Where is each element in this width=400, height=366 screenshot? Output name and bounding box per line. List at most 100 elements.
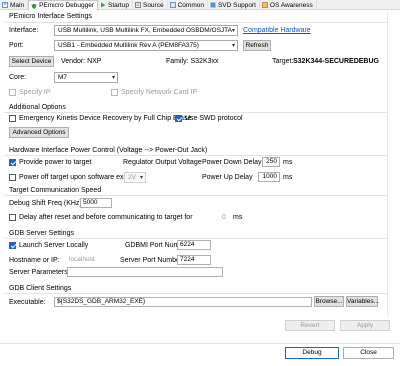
interface-settings-title: PEmicro Interface Settings [9, 13, 92, 20]
power-up-delay-label: Power Up Delay [202, 174, 253, 181]
hostname-input[interactable]: localhost [67, 256, 117, 266]
provide-power-label: Provide power to target [19, 159, 92, 166]
tab-os-awareness[interactable]: OS Awareness [260, 0, 317, 10]
specify-ip-checkbox[interactable] [9, 89, 16, 96]
port-label: Port: [9, 42, 24, 49]
core-select[interactable]: M7 ▾ [54, 72, 118, 83]
launch-server-label: Launch Server Locally [19, 242, 89, 249]
chevron-down-icon: ▾ [111, 75, 115, 81]
divider [4, 293, 387, 294]
shift-freq-input[interactable]: 5000 [80, 198, 112, 208]
provide-power-checkbox[interactable] [9, 159, 16, 166]
chevron-down-icon: ▾ [231, 43, 235, 49]
comm-speed-title: Target Communication Speed [9, 187, 102, 194]
executable-input[interactable]: ${S32DS_GDB_ARM32_EXE} [54, 297, 312, 307]
gdb-server-title: GDB Server Settings [9, 230, 74, 237]
tab-label: SVD Support [217, 1, 256, 9]
close-button[interactable]: Close [343, 347, 394, 359]
vendor-text: Vendor: NXP [61, 58, 102, 65]
interface-value: USB Multilink, USB Multilink FX, Embedde… [58, 27, 232, 34]
gdbmi-port-input[interactable]: 6224 [177, 240, 211, 250]
debug-button[interactable]: Debug [285, 347, 339, 359]
tab-source[interactable]: Source [133, 0, 168, 10]
core-label: Core: [9, 74, 27, 81]
tab-main[interactable]: Main [0, 0, 29, 10]
source-icon [135, 2, 141, 8]
shift-freq-label: Debug Shift Freq (KHz) [9, 200, 82, 207]
server-port-label: Server Port Number: [120, 257, 185, 264]
tab-label: Startup [108, 1, 129, 9]
port-select[interactable]: USB1 - Embedded Multilink Rev A (PEM8FA3… [54, 40, 238, 51]
os-icon [262, 2, 268, 8]
delay-after-reset-checkbox[interactable] [9, 214, 16, 221]
specify-network-card-checkbox[interactable] [111, 89, 118, 96]
tab-label: PEmicro Debugger [39, 2, 95, 9]
launch-server-checkbox[interactable] [9, 242, 16, 249]
main-icon [2, 2, 8, 8]
tab-label: Common [177, 1, 204, 9]
tab-bar: Main PEmicro Debugger Startup Source Com… [0, 0, 400, 11]
panel-divider [387, 11, 388, 316]
svd-icon [210, 2, 216, 8]
tab-label: OS Awareness [269, 1, 313, 9]
voltage-value: 2V [128, 174, 136, 181]
footer-separator [0, 343, 400, 344]
power-control-title: Hardware Interface Power Control (Voltag… [9, 147, 208, 154]
variables-button[interactable]: Variables... [346, 296, 379, 307]
target-label: Target: [272, 58, 294, 65]
executable-label: Executable: [9, 299, 46, 306]
server-params-input[interactable] [67, 267, 223, 277]
compatible-hardware-link[interactable]: Compatible Hardware [243, 27, 311, 34]
use-swd-checkbox[interactable] [175, 115, 182, 122]
kinetis-recovery-checkbox[interactable] [9, 115, 16, 122]
target-value: S32K344-SECUREDEBUG [293, 58, 379, 65]
tab-svd-support[interactable]: SVD Support [208, 0, 260, 10]
chevron-down-icon: ▾ [231, 28, 235, 34]
ms-unit: ms [283, 159, 293, 166]
tab-common[interactable]: Common [168, 0, 208, 10]
voltage-select[interactable]: 2V ▾ [124, 172, 146, 183]
specify-ip-label: Specify IP [19, 89, 51, 96]
apply-button[interactable]: Apply [340, 320, 390, 331]
regulator-voltage-label: Regulator Output Voltage [123, 159, 202, 166]
delay-value[interactable]: 0 [222, 214, 226, 221]
interface-label: Interface: [9, 27, 39, 34]
select-device-button[interactable]: Select Device [9, 56, 54, 67]
interface-select[interactable]: USB Multilink, USB Multilink FX, Embedde… [54, 25, 238, 36]
server-params-label: Server Parameters: [9, 269, 70, 276]
ms-unit: ms [283, 174, 293, 181]
core-value: M7 [58, 74, 68, 81]
advanced-options-button[interactable]: Advanced Options [9, 127, 69, 138]
use-swd-label: Use SWD protocol [185, 115, 243, 122]
port-value: USB1 - Embedded Multilink Rev A (PEM8FA3… [58, 42, 199, 49]
kinetis-recovery-label: Emergency Kinetis Device Recovery by Ful… [19, 115, 192, 122]
delay-after-reset-label: Delay after reset and before communicati… [19, 214, 193, 221]
browse-button[interactable]: Browse... [314, 296, 344, 307]
divider [4, 22, 387, 23]
server-port-input[interactable]: 7224 [177, 255, 211, 265]
gdb-client-title: GDB Client Settings [9, 285, 72, 292]
divider [4, 155, 387, 156]
debugger-icon [31, 3, 38, 9]
tab-startup[interactable]: Startup [98, 0, 133, 10]
power-up-delay-input[interactable]: 1000 [258, 172, 280, 182]
revert-button[interactable]: Revert [285, 320, 335, 331]
common-icon [169, 2, 176, 8]
specify-network-card-label: Specify Network Card IP [121, 89, 198, 96]
power-off-label: Power off target upon software exit [19, 174, 128, 181]
refresh-button[interactable]: Refresh [243, 40, 271, 51]
tab-label: Source [142, 1, 164, 9]
hostname-label: Hostname or IP: [9, 257, 60, 264]
family-text: Family: S32K3xx [166, 58, 219, 65]
ms-unit: ms [233, 214, 243, 221]
power-off-checkbox[interactable] [9, 174, 16, 181]
tab-label: Main [10, 1, 25, 9]
power-down-delay-input[interactable]: 250 [262, 157, 280, 167]
startup-icon [100, 2, 106, 8]
divider [4, 195, 387, 196]
debugger-settings-panel: PEmicro Interface Settings Interface: US… [4, 11, 387, 311]
tab-pemicro-debugger[interactable]: PEmicro Debugger [28, 0, 99, 11]
divider [4, 238, 387, 239]
divider [4, 112, 387, 113]
chevron-down-icon: ▾ [139, 175, 143, 181]
